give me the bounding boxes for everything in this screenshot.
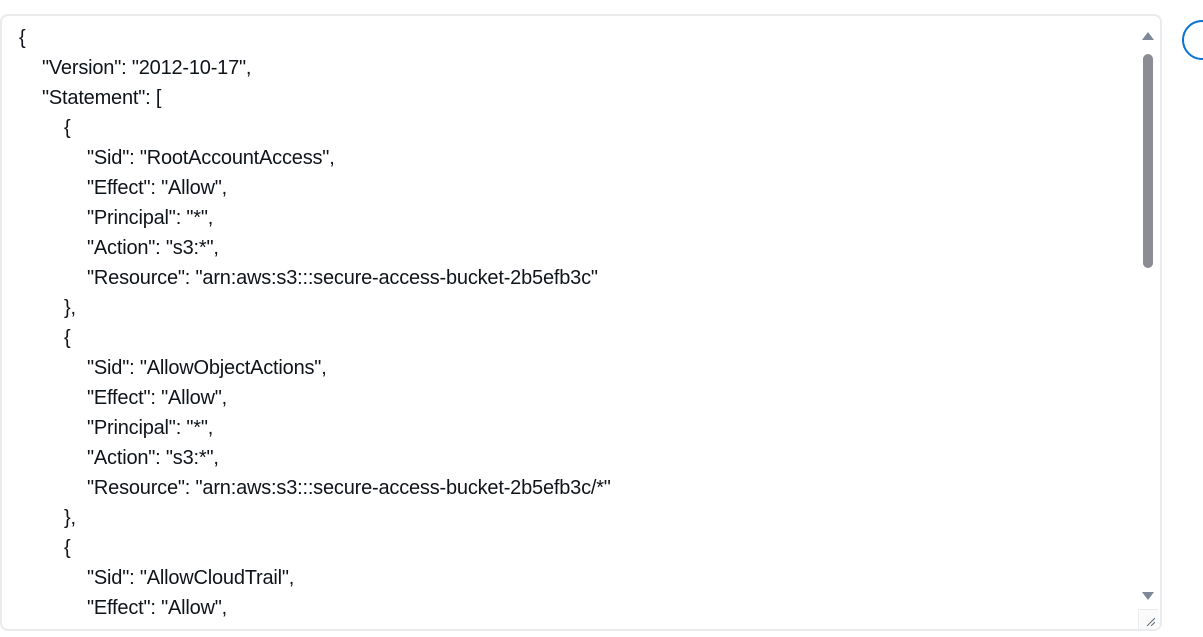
code-line: { [64, 327, 71, 349]
code-line: }, [64, 297, 76, 319]
code-line: "Statement": [ [42, 87, 162, 109]
code-line: { [64, 117, 71, 139]
code-line: "Effect": "Allow", [87, 597, 228, 619]
code-line: "Sid": "RootAccountAccess", [87, 147, 335, 169]
resize-grip-icon[interactable] [1138, 609, 1158, 629]
policy-json-editor[interactable]: { "Version": "2012-10-17", "Statement": [ {… [0, 14, 1162, 631]
arrow-up-icon[interactable] [1142, 32, 1154, 40]
vertical-scrollbar[interactable] [1140, 26, 1156, 604]
code-line: "Version": "2012-10-17", [42, 57, 252, 79]
policy-code-text[interactable]: { "Version": "2012-10-17", "Statement": [ {… [19, 23, 611, 623]
code-line: "Action": "s3:*", [87, 237, 219, 259]
code-line: "Principal": "*", [87, 207, 214, 229]
code-line: "Effect": "Allow", [87, 387, 228, 409]
help-icon[interactable] [1182, 20, 1203, 60]
code-line: { [64, 537, 71, 559]
code-line: }, [64, 507, 76, 529]
code-line: "Resource": "arn:aws:s3:::secure-access-… [87, 267, 598, 289]
scrollbar-thumb[interactable] [1143, 54, 1153, 268]
code-line: "Principal": "*", [87, 417, 214, 439]
code-line: "Sid": "AllowObjectActions", [87, 357, 327, 379]
code-line: "Resource": "arn:aws:s3:::secure-access-… [87, 477, 611, 499]
code-line: "Sid": "AllowCloudTrail", [87, 567, 295, 589]
code-line: "Action": "s3:*", [87, 447, 219, 469]
code-line: "Effect": "Allow", [87, 177, 228, 199]
code-line: { [19, 27, 26, 49]
arrow-down-icon[interactable] [1142, 592, 1154, 600]
